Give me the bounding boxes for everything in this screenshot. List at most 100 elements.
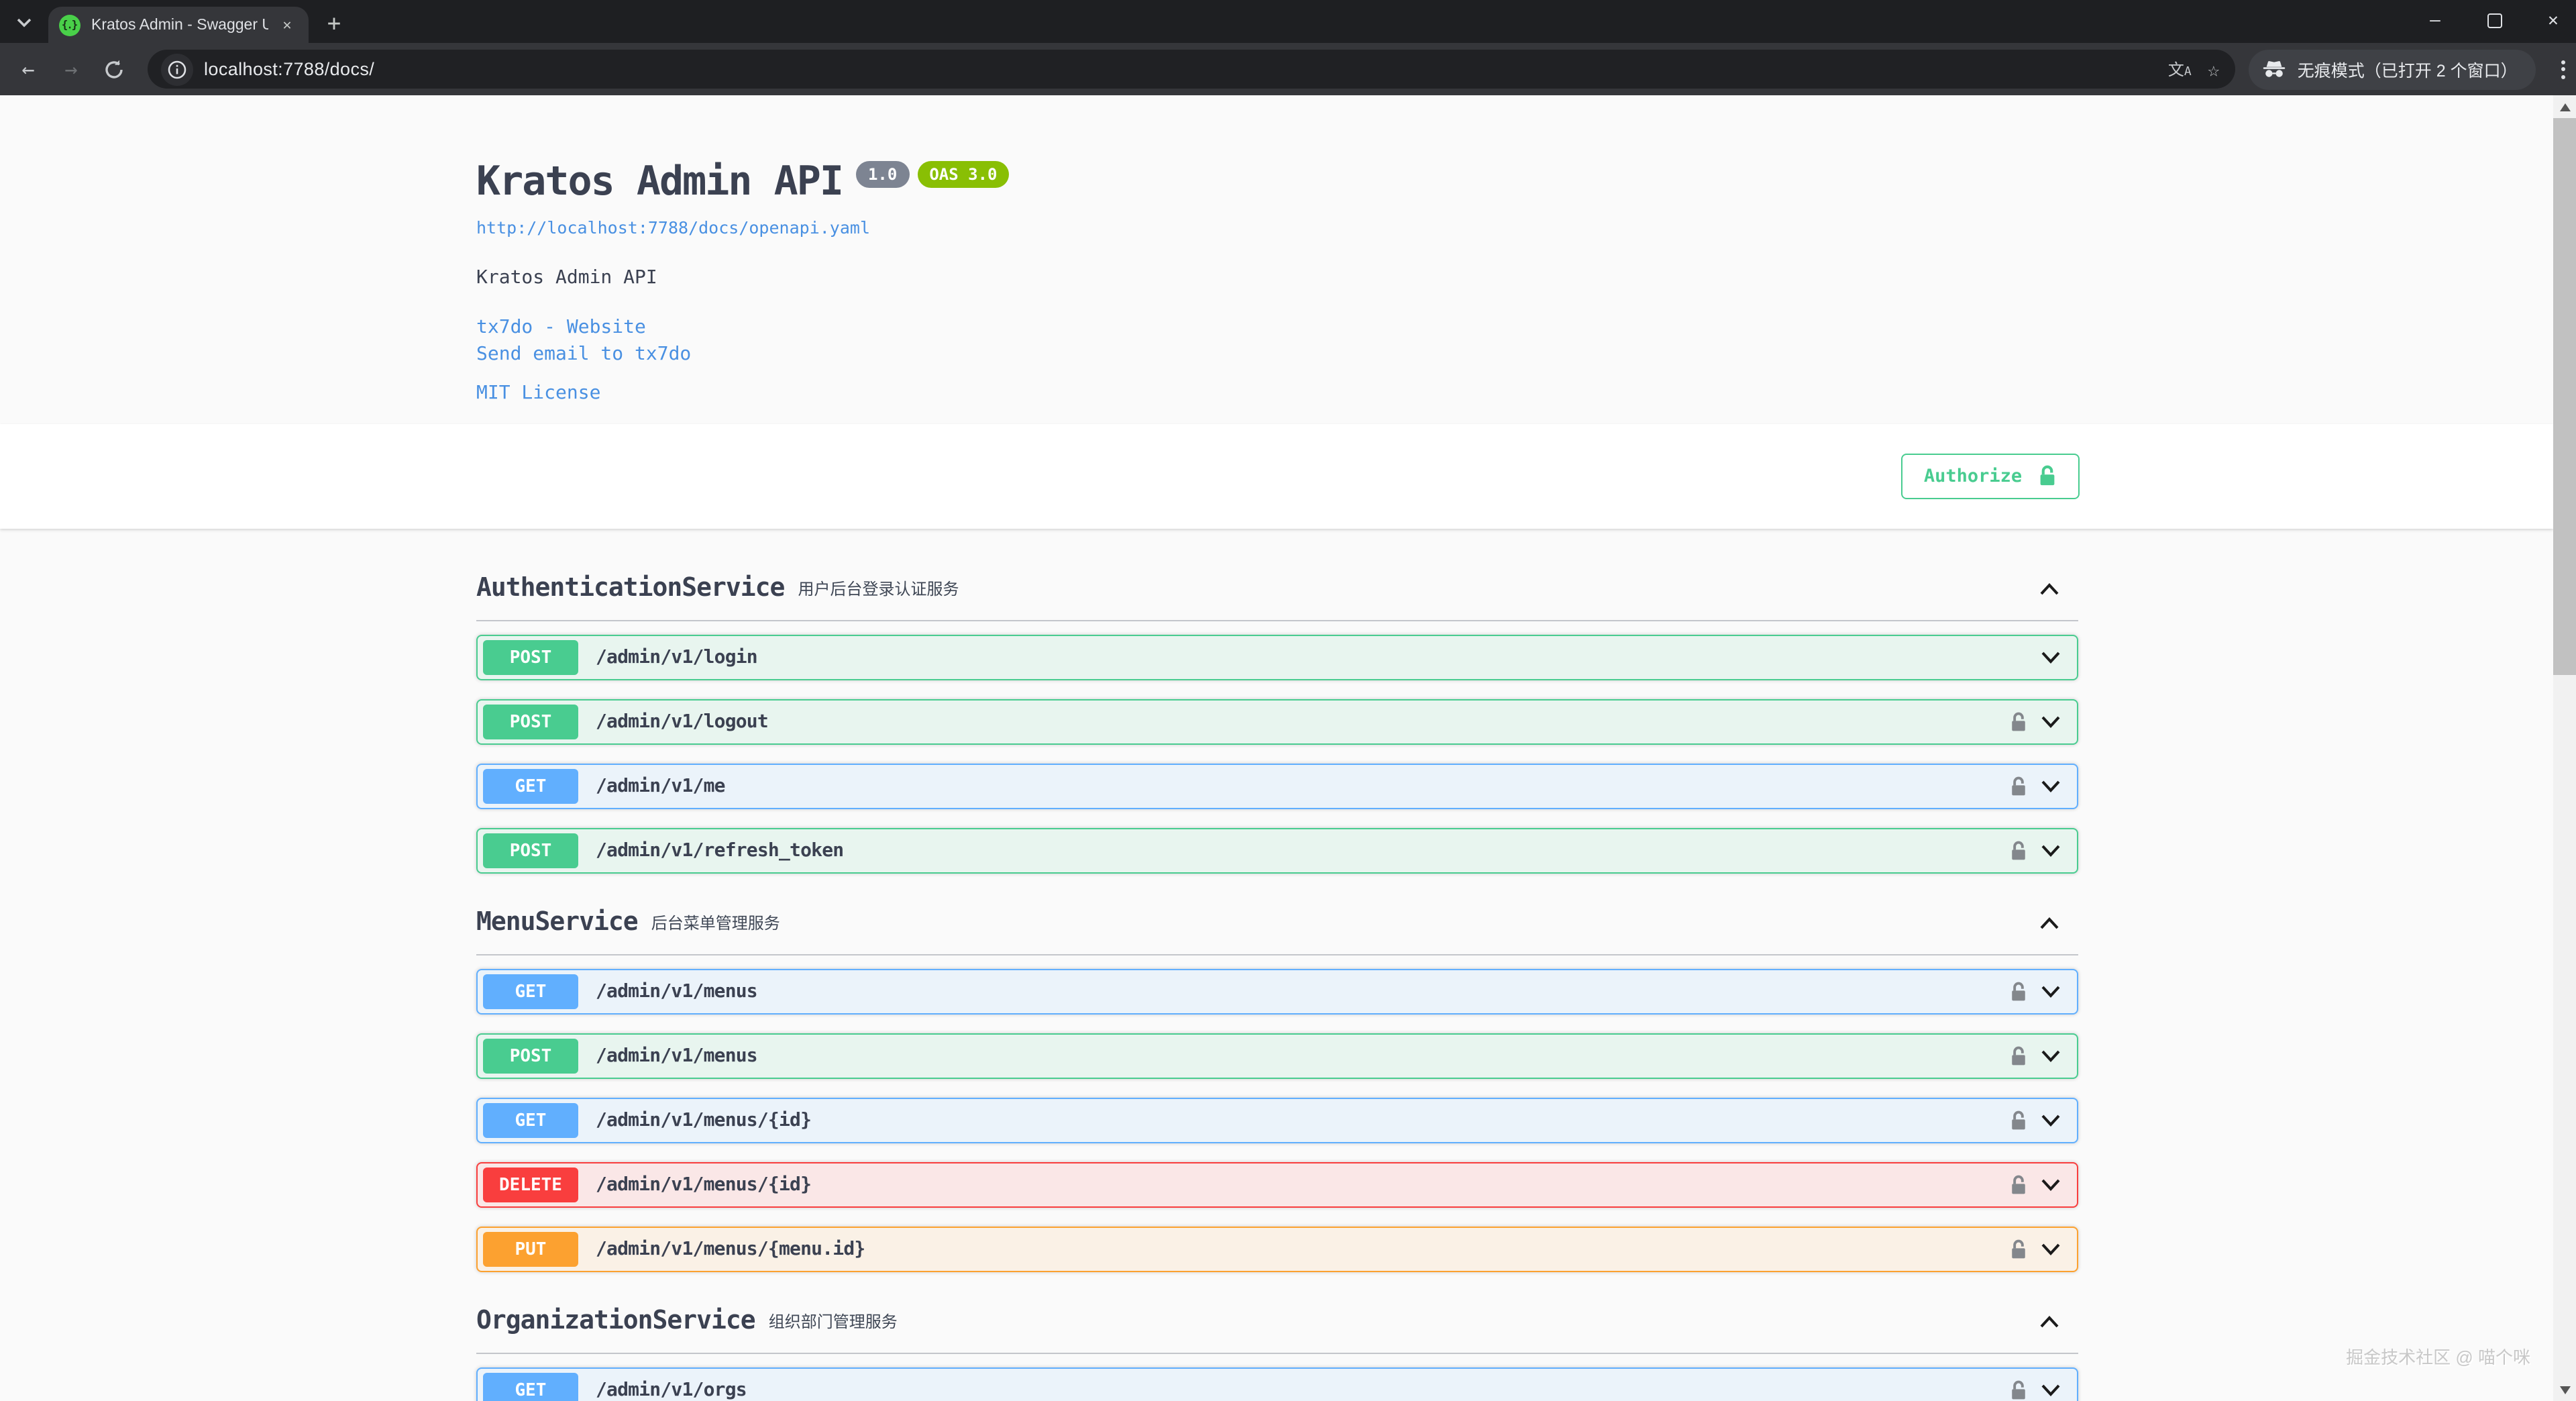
scrollbar-up-icon[interactable] (2553, 95, 2576, 118)
website-link[interactable]: tx7do - Website (476, 317, 2078, 338)
api-tag-section: MenuService 后台菜单管理服务 GET /admin/v1/menus… (476, 898, 2078, 1272)
method-badge: PUT (483, 1232, 578, 1267)
operation-path: /admin/v1/menus/{menu.id} (596, 1239, 865, 1260)
bookmark-star-icon[interactable]: ☆ (2208, 57, 2220, 81)
tag-header[interactable]: OrganizationService 组织部门管理服务 (476, 1296, 2078, 1354)
maximize-button[interactable] (2479, 5, 2509, 35)
chevron-up-icon[interactable] (2039, 575, 2059, 601)
lock-icon[interactable] (2010, 1109, 2027, 1132)
chevron-down-icon[interactable] (2041, 1243, 2061, 1256)
chevron-up-icon[interactable] (2039, 909, 2059, 935)
lock-icon[interactable] (2010, 775, 2027, 798)
email-link[interactable]: Send email to tx7do (476, 344, 2078, 365)
method-badge: GET (483, 769, 578, 804)
close-button[interactable]: ✕ (2538, 5, 2568, 35)
chevron-down-icon[interactable] (2041, 985, 2061, 998)
authorize-button[interactable]: Authorize (1901, 454, 2080, 499)
scrollbar-down-icon[interactable] (2553, 1378, 2576, 1401)
tab-close-icon[interactable]: ✕ (276, 14, 298, 36)
minimize-button[interactable]: — (2420, 5, 2450, 35)
operations-list: GET /admin/v1/menus POST /admin/v1/menus… (476, 969, 2078, 1272)
authorize-label: Authorize (1923, 466, 2023, 487)
method-badge: DELETE (483, 1168, 578, 1202)
method-badge: GET (483, 974, 578, 1009)
operation-path: /admin/v1/menus (596, 981, 758, 1002)
chevron-down-icon[interactable] (2041, 715, 2061, 729)
api-info: Kratos Admin API 1.0 OAS 3.0 http://loca… (476, 95, 2078, 404)
scheme-container: Authorize (0, 424, 2553, 529)
operation-row[interactable]: GET /admin/v1/orgs (476, 1367, 2078, 1401)
oas-badge: OAS 3.0 (917, 161, 1010, 189)
method-badge: POST (483, 833, 578, 868)
incognito-badge[interactable]: 无痕模式（已打开 2 个窗口） (2249, 49, 2536, 89)
chevron-down-icon[interactable] (2041, 651, 2061, 664)
tag-name: AuthenticationService (476, 573, 785, 603)
tag-subtitle: 组织部门管理服务 (768, 1312, 898, 1331)
new-tab-button[interactable]: + (319, 9, 349, 39)
translate-icon[interactable]: 文A (2168, 58, 2192, 81)
tag-header[interactable]: AuthenticationService 用户后台登录认证服务 (476, 564, 2078, 621)
license-link[interactable]: MIT License (476, 382, 2078, 404)
back-button[interactable]: ← (11, 52, 46, 87)
url-text[interactable]: localhost:7788/docs/ (204, 59, 2168, 79)
tag-subtitle: 后台菜单管理服务 (651, 913, 780, 932)
tag-name: OrganizationService (476, 1306, 756, 1335)
chevron-down-icon[interactable] (2041, 780, 2061, 793)
chevron-down-icon[interactable] (2041, 1178, 2061, 1192)
reload-button[interactable] (97, 52, 131, 87)
tab-strip: {․} Kratos Admin - Swagger UI ✕ + — ✕ (0, 0, 2576, 43)
forward-button[interactable]: → (54, 52, 89, 87)
operation-path: /admin/v1/me (596, 776, 726, 797)
lock-icon[interactable] (2010, 711, 2027, 733)
api-tag-section: OrganizationService 组织部门管理服务 GET /admin/… (476, 1296, 2078, 1401)
openapi-spec-link[interactable]: http://localhost:7788/docs/openapi.yaml (476, 217, 2078, 238)
operation-row[interactable]: POST /admin/v1/menus (476, 1033, 2078, 1079)
incognito-icon (2263, 61, 2286, 77)
lock-icon[interactable] (2010, 1174, 2027, 1196)
chevron-down-icon[interactable] (2041, 1114, 2061, 1127)
lock-icon[interactable] (2010, 980, 2027, 1003)
operation-path: /admin/v1/orgs (596, 1380, 747, 1401)
tab-title: Kratos Admin - Swagger UI (91, 17, 268, 33)
chevron-down-icon[interactable] (2041, 844, 2061, 858)
tag-header[interactable]: MenuService 后台菜单管理服务 (476, 898, 2078, 955)
operation-path: /admin/v1/menus/{id} (596, 1174, 812, 1196)
favicon-icon: {․} (59, 14, 80, 36)
method-badge: POST (483, 640, 578, 675)
site-info-icon[interactable] (161, 53, 193, 85)
operation-row[interactable]: DELETE /admin/v1/menus/{id} (476, 1162, 2078, 1208)
operation-path: /admin/v1/menus (596, 1045, 758, 1067)
operation-row[interactable]: POST /admin/v1/refresh_token (476, 828, 2078, 874)
operation-row[interactable]: GET /admin/v1/menus (476, 969, 2078, 1015)
chevron-up-icon[interactable] (2039, 1308, 2059, 1333)
incognito-label: 无痕模式（已打开 2 个窗口） (2297, 62, 2518, 81)
menu-kebab-icon[interactable] (2550, 60, 2576, 79)
operation-path: /admin/v1/logout (596, 711, 769, 733)
lock-icon[interactable] (2010, 839, 2027, 862)
lock-icon[interactable] (2010, 1045, 2027, 1068)
api-description: Kratos Admin API (476, 267, 657, 289)
lock-icon[interactable] (2010, 1379, 2027, 1401)
version-badge: 1.0 (855, 161, 910, 189)
page-title: Kratos Admin API (476, 158, 844, 205)
scrollbar-thumb[interactable] (2553, 118, 2576, 675)
chevron-down-icon[interactable] (2041, 1049, 2061, 1063)
operation-row[interactable]: POST /admin/v1/login (476, 635, 2078, 680)
browser-toolbar: ← → localhost:7788/docs/ 文A ☆ 无痕模式（已打开 2… (0, 43, 2576, 95)
tab-search-chevron-icon[interactable] (11, 9, 38, 36)
tag-name: MenuService (476, 907, 639, 937)
unlock-icon (2040, 465, 2055, 486)
operation-row[interactable]: GET /admin/v1/me (476, 764, 2078, 809)
lock-icon[interactable] (2010, 1238, 2027, 1261)
browser-tab[interactable]: {․} Kratos Admin - Swagger UI ✕ (48, 7, 309, 43)
scrollbar[interactable] (2553, 95, 2576, 1401)
operation-path: /admin/v1/refresh_token (596, 840, 844, 862)
address-bar[interactable]: localhost:7788/docs/ 文A ☆ (148, 50, 2236, 89)
tag-subtitle: 用户后台登录认证服务 (798, 579, 959, 598)
api-tag-section: AuthenticationService 用户后台登录认证服务 POST /a… (476, 564, 2078, 874)
operation-row[interactable]: GET /admin/v1/menus/{id} (476, 1098, 2078, 1143)
operation-row[interactable]: POST /admin/v1/logout (476, 699, 2078, 745)
operation-row[interactable]: PUT /admin/v1/menus/{menu.id} (476, 1227, 2078, 1272)
method-badge: GET (483, 1373, 578, 1401)
chevron-down-icon[interactable] (2041, 1384, 2061, 1397)
